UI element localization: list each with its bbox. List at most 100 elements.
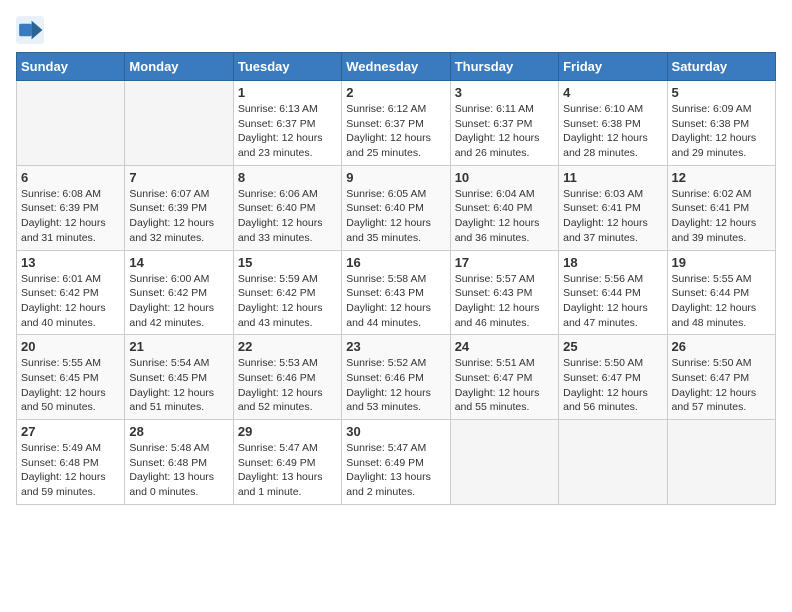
day-detail: Sunrise: 6:07 AMSunset: 6:39 PMDaylight:… <box>129 187 228 246</box>
day-detail: Sunrise: 5:58 AMSunset: 6:43 PMDaylight:… <box>346 272 445 331</box>
calendar-week-3: 13 Sunrise: 6:01 AMSunset: 6:42 PMDayligh… <box>17 250 776 335</box>
day-detail: Sunrise: 6:10 AMSunset: 6:38 PMDaylight:… <box>563 102 662 161</box>
calendar-cell: 15 Sunrise: 5:59 AMSunset: 6:42 PMDayligh… <box>233 250 341 335</box>
day-header-thursday: Thursday <box>450 53 558 81</box>
day-detail: Sunrise: 6:03 AMSunset: 6:41 PMDaylight:… <box>563 187 662 246</box>
day-number: 8 <box>238 170 337 185</box>
day-detail: Sunrise: 6:09 AMSunset: 6:38 PMDaylight:… <box>672 102 771 161</box>
calendar-cell: 14 Sunrise: 6:00 AMSunset: 6:42 PMDayligh… <box>125 250 233 335</box>
day-number: 24 <box>455 339 554 354</box>
day-number: 28 <box>129 424 228 439</box>
day-number: 10 <box>455 170 554 185</box>
calendar-cell: 18Sunrise: 5:56 AMSunset: 6:44 PMDayligh… <box>559 250 667 335</box>
day-detail: Sunrise: 5:53 AMSunset: 6:46 PMDaylight:… <box>238 356 337 415</box>
day-detail: Sunrise: 5:55 AMSunset: 6:45 PMDaylight:… <box>21 356 120 415</box>
calendar-cell: 11 Sunrise: 6:03 AMSunset: 6:41 PMDayligh… <box>559 165 667 250</box>
calendar-cell: 2 Sunrise: 6:12 AMSunset: 6:37 PMDaylight… <box>342 81 450 166</box>
calendar-cell: 1 Sunrise: 6:13 AMSunset: 6:37 PMDaylight… <box>233 81 341 166</box>
calendar-cell: 3 Sunrise: 6:11 AMSunset: 6:37 PMDaylight… <box>450 81 558 166</box>
day-detail: Sunrise: 5:52 AMSunset: 6:46 PMDaylight:… <box>346 356 445 415</box>
day-number: 19 <box>672 255 771 270</box>
calendar-cell: 26 Sunrise: 5:50 AMSunset: 6:47 PMDayligh… <box>667 335 775 420</box>
day-number: 14 <box>129 255 228 270</box>
calendar-cell: 16 Sunrise: 5:58 AMSunset: 6:43 PMDayligh… <box>342 250 450 335</box>
calendar-cell: 4 Sunrise: 6:10 AMSunset: 6:38 PMDaylight… <box>559 81 667 166</box>
day-number: 26 <box>672 339 771 354</box>
day-detail: Sunrise: 5:47 AMSunset: 6:49 PMDaylight:… <box>346 441 445 500</box>
calendar-cell <box>559 420 667 505</box>
calendar-body: 1 Sunrise: 6:13 AMSunset: 6:37 PMDaylight… <box>17 81 776 505</box>
day-number: 29 <box>238 424 337 439</box>
day-detail: Sunrise: 6:13 AMSunset: 6:37 PMDaylight:… <box>238 102 337 161</box>
day-number: 22 <box>238 339 337 354</box>
day-detail: Sunrise: 5:48 AMSunset: 6:48 PMDaylight:… <box>129 441 228 500</box>
calendar-cell: 12Sunrise: 6:02 AMSunset: 6:41 PMDayligh… <box>667 165 775 250</box>
day-number: 16 <box>346 255 445 270</box>
calendar-cell: 19 Sunrise: 5:55 AMSunset: 6:44 PMDayligh… <box>667 250 775 335</box>
day-number: 7 <box>129 170 228 185</box>
day-detail: Sunrise: 5:54 AMSunset: 6:45 PMDaylight:… <box>129 356 228 415</box>
header <box>16 16 776 44</box>
calendar-week-2: 6Sunrise: 6:08 AMSunset: 6:39 PMDaylight… <box>17 165 776 250</box>
day-detail: Sunrise: 5:47 AMSunset: 6:49 PMDaylight:… <box>238 441 337 500</box>
day-number: 17 <box>455 255 554 270</box>
day-detail: Sunrise: 5:50 AMSunset: 6:47 PMDaylight:… <box>672 356 771 415</box>
calendar-cell: 28 Sunrise: 5:48 AMSunset: 6:48 PMDayligh… <box>125 420 233 505</box>
day-detail: Sunrise: 6:12 AMSunset: 6:37 PMDaylight:… <box>346 102 445 161</box>
calendar-cell <box>17 81 125 166</box>
calendar-cell: 6Sunrise: 6:08 AMSunset: 6:39 PMDaylight… <box>17 165 125 250</box>
logo <box>16 16 48 44</box>
day-detail: Sunrise: 5:55 AMSunset: 6:44 PMDaylight:… <box>672 272 771 331</box>
calendar-cell: 9 Sunrise: 6:05 AMSunset: 6:40 PMDaylight… <box>342 165 450 250</box>
days-of-week-row: SundayMondayTuesdayWednesdayThursdayFrid… <box>17 53 776 81</box>
day-number: 13 <box>21 255 120 270</box>
day-number: 5 <box>672 85 771 100</box>
day-header-sunday: Sunday <box>17 53 125 81</box>
day-detail: Sunrise: 6:08 AMSunset: 6:39 PMDaylight:… <box>21 187 120 246</box>
calendar-header: SundayMondayTuesdayWednesdayThursdayFrid… <box>17 53 776 81</box>
day-detail: Sunrise: 6:00 AMSunset: 6:42 PMDaylight:… <box>129 272 228 331</box>
calendar-cell: 7 Sunrise: 6:07 AMSunset: 6:39 PMDaylight… <box>125 165 233 250</box>
calendar-cell: 29 Sunrise: 5:47 AMSunset: 6:49 PMDayligh… <box>233 420 341 505</box>
day-header-tuesday: Tuesday <box>233 53 341 81</box>
day-number: 2 <box>346 85 445 100</box>
day-detail: Sunrise: 5:59 AMSunset: 6:42 PMDaylight:… <box>238 272 337 331</box>
calendar-cell: 24 Sunrise: 5:51 AMSunset: 6:47 PMDayligh… <box>450 335 558 420</box>
calendar-cell <box>125 81 233 166</box>
day-detail: Sunrise: 6:05 AMSunset: 6:40 PMDaylight:… <box>346 187 445 246</box>
calendar-cell: 22 Sunrise: 5:53 AMSunset: 6:46 PMDayligh… <box>233 335 341 420</box>
day-number: 15 <box>238 255 337 270</box>
day-header-wednesday: Wednesday <box>342 53 450 81</box>
day-number: 18 <box>563 255 662 270</box>
calendar-cell: 17 Sunrise: 5:57 AMSunset: 6:43 PMDayligh… <box>450 250 558 335</box>
day-number: 25 <box>563 339 662 354</box>
generalblue-logo-icon <box>16 16 44 44</box>
calendar-cell: 21 Sunrise: 5:54 AMSunset: 6:45 PMDayligh… <box>125 335 233 420</box>
day-number: 20 <box>21 339 120 354</box>
calendar-cell: 13 Sunrise: 6:01 AMSunset: 6:42 PMDayligh… <box>17 250 125 335</box>
calendar-cell: 27Sunrise: 5:49 AMSunset: 6:48 PMDayligh… <box>17 420 125 505</box>
calendar-week-5: 27Sunrise: 5:49 AMSunset: 6:48 PMDayligh… <box>17 420 776 505</box>
day-detail: Sunrise: 6:04 AMSunset: 6:40 PMDaylight:… <box>455 187 554 246</box>
day-detail: Sunrise: 5:50 AMSunset: 6:47 PMDaylight:… <box>563 356 662 415</box>
day-detail: Sunrise: 5:57 AMSunset: 6:43 PMDaylight:… <box>455 272 554 331</box>
day-number: 21 <box>129 339 228 354</box>
day-number: 3 <box>455 85 554 100</box>
calendar-table: SundayMondayTuesdayWednesdayThursdayFrid… <box>16 52 776 505</box>
day-detail: Sunrise: 5:51 AMSunset: 6:47 PMDaylight:… <box>455 356 554 415</box>
day-number: 9 <box>346 170 445 185</box>
day-header-monday: Monday <box>125 53 233 81</box>
day-number: 4 <box>563 85 662 100</box>
calendar-week-1: 1 Sunrise: 6:13 AMSunset: 6:37 PMDaylight… <box>17 81 776 166</box>
calendar-week-4: 20 Sunrise: 5:55 AMSunset: 6:45 PMDayligh… <box>17 335 776 420</box>
day-number: 11 <box>563 170 662 185</box>
day-detail: Sunrise: 6:01 AMSunset: 6:42 PMDaylight:… <box>21 272 120 331</box>
calendar-cell: 30 Sunrise: 5:47 AMSunset: 6:49 PMDayligh… <box>342 420 450 505</box>
calendar-cell: 23Sunrise: 5:52 AMSunset: 6:46 PMDayligh… <box>342 335 450 420</box>
day-detail: Sunrise: 6:11 AMSunset: 6:37 PMDaylight:… <box>455 102 554 161</box>
day-number: 27 <box>21 424 120 439</box>
day-header-friday: Friday <box>559 53 667 81</box>
day-number: 30 <box>346 424 445 439</box>
day-number: 1 <box>238 85 337 100</box>
day-header-saturday: Saturday <box>667 53 775 81</box>
